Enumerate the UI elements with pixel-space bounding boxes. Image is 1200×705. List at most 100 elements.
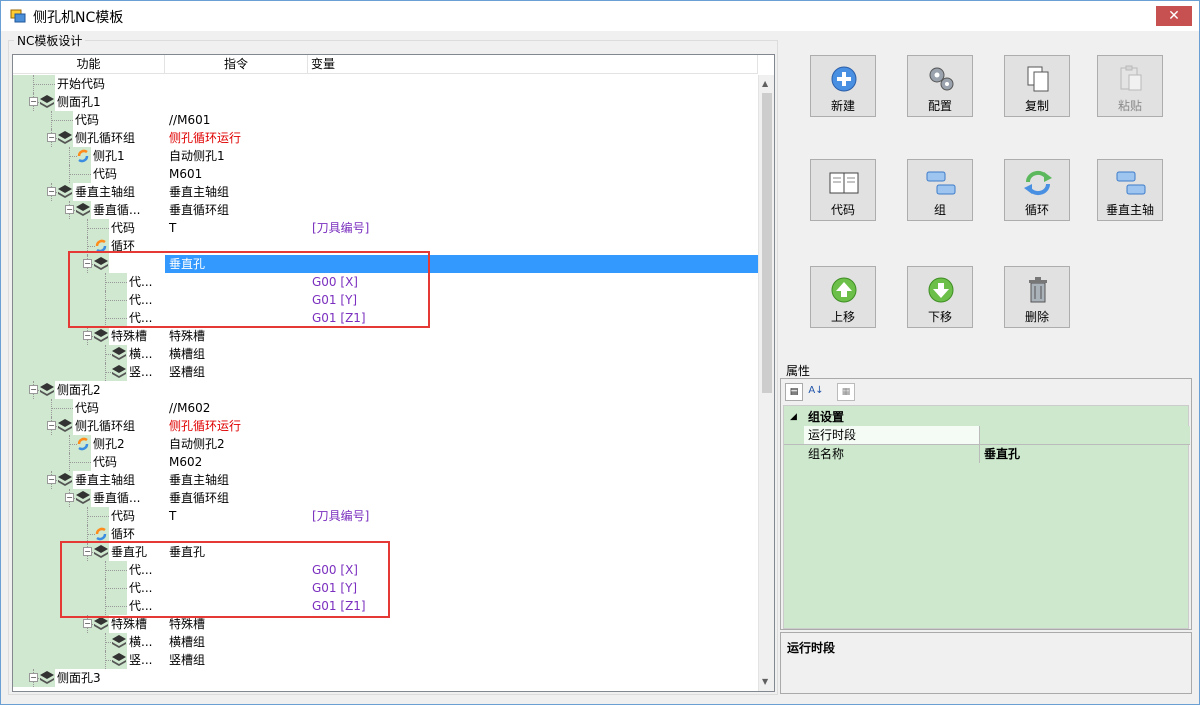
button-label: 上移 (830, 310, 855, 324)
button-label: 复制 (1024, 99, 1049, 113)
property-value-input[interactable]: 垂直孔 (979, 445, 1190, 463)
tree-row[interactable]: 侧孔2 自动侧孔2 (13, 435, 758, 453)
tree-row[interactable]: 代码 //M602 (13, 399, 758, 417)
node-label: 垂直主轴组 (75, 185, 136, 199)
property-toolbar: ▤ A↓ ▦ (781, 379, 1191, 405)
expand-collapse-icon[interactable]: − (29, 673, 38, 682)
tree-row[interactable]: − 侧孔循环组 侧孔循环运行 (13, 417, 758, 435)
up-button[interactable]: 上移 (810, 266, 876, 328)
sort-alpha-icon[interactable]: A↓ (807, 383, 825, 401)
expand-collapse-icon[interactable]: − (65, 493, 74, 502)
group-node-icon (57, 418, 73, 434)
categorized-icon[interactable]: ▤ (785, 383, 803, 401)
group-icon (1115, 168, 1147, 198)
window-title: 侧孔机NC模板 (33, 10, 124, 26)
node-label: 代码 (93, 167, 118, 181)
title-bar: 侧孔机NC模板 ✕ (1, 1, 1199, 31)
node-label: 代码 (111, 221, 136, 235)
node-label: 代码 (93, 455, 118, 469)
expand-collapse-icon[interactable]: − (29, 97, 38, 106)
tree-row[interactable]: 侧孔1 自动侧孔1 (13, 147, 758, 165)
tree-row[interactable]: 代码 //M601 (13, 111, 758, 129)
expand-collapse-icon[interactable]: − (83, 619, 92, 628)
group-node-icon (93, 616, 109, 632)
loop-node-icon (75, 148, 91, 164)
tree-row[interactable]: 竖... 竖槽组 (13, 651, 758, 669)
collapse-triangle-icon[interactable]: ◢ (790, 408, 797, 426)
property-row-group-name[interactable]: 组名称 垂直孔 (784, 444, 1190, 463)
new-button[interactable]: 新建 (810, 55, 876, 117)
vspindle-button[interactable]: 垂直主轴 (1097, 159, 1163, 221)
tree-row[interactable]: 开始代码 (13, 75, 758, 93)
expand-collapse-icon[interactable]: − (65, 205, 74, 214)
tree-row[interactable]: 竖... 竖槽组 (13, 363, 758, 381)
expand-collapse-icon[interactable]: − (47, 475, 56, 484)
tree-row[interactable]: 代码 T [刀具编号] (13, 507, 758, 525)
tree-row[interactable]: − 侧孔循环组 侧孔循环运行 (13, 129, 758, 147)
button-label: 配置 (927, 99, 952, 113)
loop-node-icon (75, 436, 91, 452)
group-node-icon (111, 346, 127, 362)
tree-row[interactable]: − 特殊槽 特殊槽 (13, 327, 758, 345)
property-category[interactable]: ◢ 组设置 (784, 408, 1190, 426)
tree-vertical-scrollbar[interactable]: ▲ ▼ (758, 75, 774, 691)
highlight-box-2 (60, 541, 390, 618)
expand-collapse-icon[interactable]: − (29, 385, 38, 394)
down-button[interactable]: 下移 (907, 266, 973, 328)
group-button[interactable]: 组 (907, 159, 973, 221)
tree-row[interactable]: 横... 横槽组 (13, 633, 758, 651)
scrollbar-thumb[interactable] (762, 93, 772, 393)
tree-row[interactable]: − 侧面孔2 (13, 381, 758, 399)
node-command: 垂直循环组 (169, 203, 230, 217)
group-icon (925, 168, 957, 198)
button-label: 循环 (1024, 203, 1049, 217)
expand-collapse-icon[interactable]: − (47, 421, 56, 430)
loop-arrows-icon (1022, 168, 1054, 198)
group-node-icon (111, 634, 127, 650)
tree-row[interactable]: − 侧面孔1 (13, 93, 758, 111)
node-label: 侧孔2 (93, 437, 125, 451)
node-variable: [刀具编号] (312, 221, 370, 235)
tree-row[interactable]: − 垂直主轴组 垂直主轴组 (13, 471, 758, 489)
tree-row[interactable]: − 垂直循... 垂直循环组 (13, 201, 758, 219)
node-command: 侧孔循环运行 (169, 419, 242, 433)
property-grid[interactable]: ▤ A↓ ▦ ◢ 组设置 运行时段 组名称 垂直孔 (780, 378, 1192, 630)
node-label: 代码 (111, 509, 136, 523)
delete-button[interactable]: 删除 (1004, 266, 1070, 328)
column-header-variable[interactable]: 变量 (308, 55, 758, 74)
tree-row[interactable]: − 垂直主轴组 垂直主轴组 (13, 183, 758, 201)
category-label: 组设置 (808, 410, 845, 424)
group-node-icon (39, 670, 55, 686)
group-node-icon (57, 472, 73, 488)
tree-row[interactable]: 代码 T [刀具编号] (13, 219, 758, 237)
property-value-input[interactable] (979, 426, 1190, 444)
property-pages-icon[interactable]: ▦ (837, 383, 855, 401)
node-command: M602 (169, 455, 203, 469)
node-label: 垂直循... (93, 203, 141, 217)
tree-row[interactable]: − 侧面孔3 (13, 669, 758, 687)
tree-row[interactable]: − 垂直循... 垂直循环组 (13, 489, 758, 507)
copy-icon (1022, 64, 1054, 94)
expand-collapse-icon[interactable]: − (47, 187, 56, 196)
tree-row[interactable]: 代码 M602 (13, 453, 758, 471)
property-row-run-period[interactable]: 运行时段 (784, 426, 1190, 444)
button-label: 组 (933, 203, 946, 217)
node-label: 横... (129, 635, 153, 649)
config-button[interactable]: 配置 (907, 55, 973, 117)
scroll-up-arrow-icon[interactable]: ▲ (762, 79, 768, 88)
node-label: 竖... (129, 653, 153, 667)
copy-button[interactable]: 复制 (1004, 55, 1070, 117)
tree-row[interactable]: 代码 M601 (13, 165, 758, 183)
button-label: 下移 (927, 310, 952, 324)
column-header-function[interactable]: 功能 (13, 55, 165, 74)
node-command: 横槽组 (169, 635, 206, 649)
code-button[interactable]: 代码 (810, 159, 876, 221)
expand-collapse-icon[interactable]: − (83, 331, 92, 340)
loop-button[interactable]: 循环 (1004, 159, 1070, 221)
arrow-down-icon (925, 275, 957, 305)
expand-collapse-icon[interactable]: − (47, 133, 56, 142)
scroll-down-arrow-icon[interactable]: ▼ (762, 677, 768, 686)
tree-row[interactable]: 横... 横槽组 (13, 345, 758, 363)
column-header-command[interactable]: 指令 (165, 55, 308, 74)
close-button[interactable]: ✕ (1156, 6, 1192, 26)
